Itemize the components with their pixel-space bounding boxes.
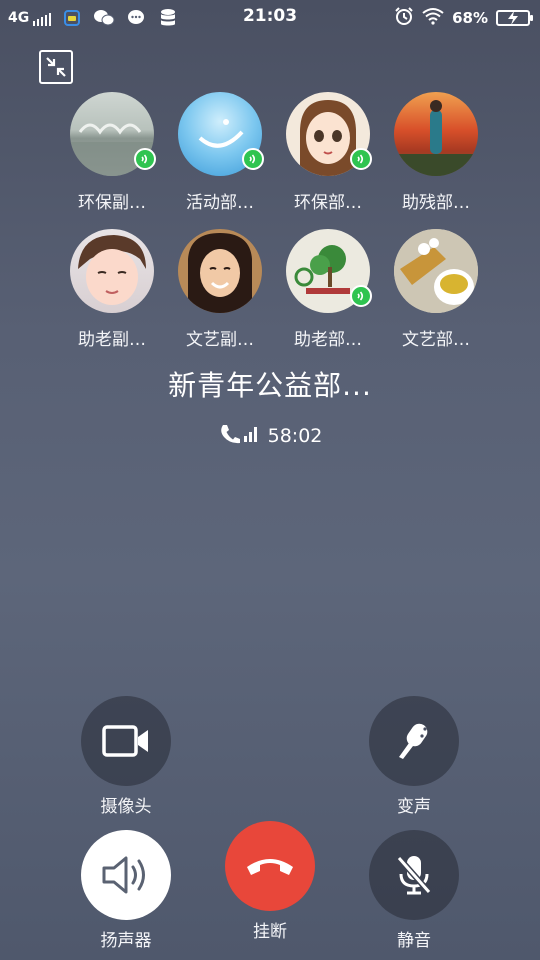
voice-changer-label: 变声 [397,797,431,817]
wifi-icon [422,7,444,29]
speaker-icon [102,856,145,894]
voice-changer-control: 变声 [354,696,474,817]
magic-microphone-icon [399,723,428,759]
avatar [394,92,478,176]
avatar [70,92,156,176]
minimize-icon [46,57,66,77]
camera-label: 摄像头 [100,797,152,817]
phone-signal-icon [218,422,260,449]
speaker-button[interactable] [81,830,171,920]
avatar [178,92,264,176]
hangup-icon [247,859,293,875]
participant-name: 助残部… [402,193,470,213]
camera-button[interactable] [81,696,171,786]
voice-changer-button[interactable] [369,696,459,786]
participant-name: 环保副… [78,193,146,213]
mute-control: 静音 [354,830,474,951]
status-bar: 4G 21:03 68% [0,0,540,36]
avatar [178,229,262,313]
participant-name: 助老部… [294,330,362,350]
minimize-button[interactable] [39,50,73,84]
avatar [70,229,154,313]
avatar [286,229,372,313]
speaker-label: 扬声器 [100,931,152,951]
speaker-control: 扬声器 [66,830,186,951]
participant[interactable]: 文艺部… [382,229,490,350]
participant-name: 文艺部… [402,330,470,350]
participant-name: 助老副… [78,330,146,350]
avatar [394,229,478,313]
speaking-icon [350,285,372,307]
battery-percent: 68% [452,9,488,27]
participant[interactable]: 文艺副… [166,229,274,350]
mute-button[interactable] [369,830,459,920]
participant[interactable]: 活动部… [166,92,274,213]
avatar [286,92,372,176]
camera-icon [102,725,148,757]
call-duration: 58:02 [267,424,323,447]
speaking-icon [134,148,156,170]
participant-name: 文艺副… [186,330,254,350]
participant[interactable]: 环保部… [274,92,382,213]
hangup-button[interactable] [225,821,315,911]
battery-charging-icon [496,10,533,26]
hangup-control: 挂断 [210,821,330,942]
mute-label: 静音 [397,931,431,951]
participant[interactable]: 助老副… [58,229,166,350]
hangup-label: 挂断 [253,922,287,942]
speaking-icon [350,148,372,170]
group-name: 新青年公益部... [168,369,372,402]
alarm-icon [394,6,414,30]
speaking-icon [242,148,264,170]
microphone-off-icon [396,856,432,895]
participant[interactable]: 环保副… [58,92,166,213]
participant[interactable]: 助老部… [274,229,382,350]
participant-name: 活动部… [186,193,254,213]
participant[interactable]: 助残部… [382,92,490,213]
camera-control: 摄像头 [66,696,186,817]
participant-name: 环保部… [294,193,362,213]
call-status: 58:02 [0,422,540,449]
participant-grid: 环保副… 活动部… 环保部… 助残部… 助老副… 文艺副… 助老部… 文艺部… [58,92,490,350]
